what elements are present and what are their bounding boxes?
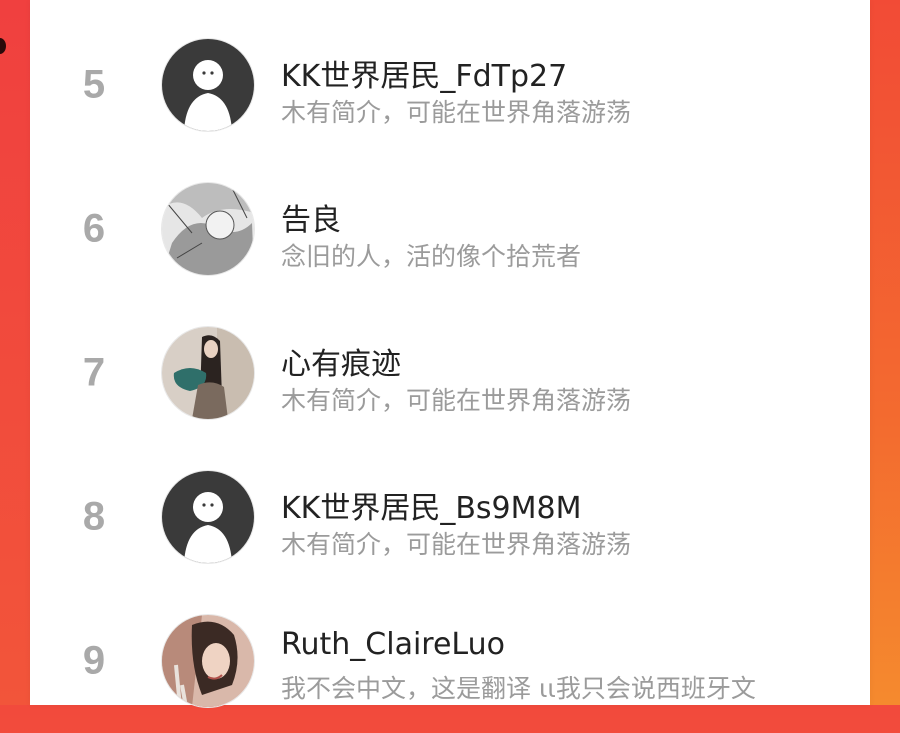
portrait-avatar-photo[interactable] <box>162 615 254 707</box>
user-bio: 木有简介，可能在世界角落游荡 <box>281 386 632 415</box>
background-right-edge <box>870 0 900 705</box>
edge-marker <box>0 38 6 54</box>
rank-number: 6 <box>82 206 106 251</box>
user-bio: 念旧的人，活的像个拾荒者 <box>281 242 582 271</box>
list-item[interactable]: 6 告良 念旧的人，活的像个拾荒者 <box>30 157 870 301</box>
user-bio: 木有简介，可能在世界角落游荡 <box>281 530 632 559</box>
list-item[interactable]: 5 KK世界居民_FdTp27 木有简介，可能在世界角落游荡 <box>30 13 870 157</box>
rank-number: 8 <box>82 494 106 539</box>
rank-number: 7 <box>82 350 106 395</box>
user-bio: 我不会中文，这是翻译 ⍳⍳我只会说西班牙文 <box>281 674 756 703</box>
list-item[interactable]: 9 Ruth_ClaireLuo 我不会中文，这是翻译 ⍳⍳我只会说西班牙文 <box>30 589 870 733</box>
default-avatar-icon[interactable] <box>162 471 254 563</box>
default-avatar-icon[interactable] <box>162 39 254 131</box>
rank-number: 9 <box>82 638 106 683</box>
list-item[interactable]: 7 心有痕迹 木有简介，可能在世界角落游荡 <box>30 301 870 445</box>
sketch-avatar-photo[interactable] <box>162 183 254 275</box>
list-item[interactable]: 8 KK世界居民_Bs9M8M 木有简介，可能在世界角落游荡 <box>30 445 870 589</box>
background-left-edge <box>0 0 30 705</box>
user-name[interactable]: 心有痕迹 <box>281 339 401 383</box>
rank-number: 5 <box>82 62 106 107</box>
user-name[interactable]: KK世界居民_Bs9M8M <box>281 483 582 527</box>
user-name[interactable]: Ruth_ClaireLuo <box>281 627 505 662</box>
person-avatar-photo[interactable] <box>162 327 254 419</box>
ranking-list-panel: 5 KK世界居民_FdTp27 木有简介，可能在世界角落游荡 6 告良 念旧的人… <box>30 0 870 707</box>
user-name[interactable]: 告良 <box>281 195 341 239</box>
user-bio: 木有简介，可能在世界角落游荡 <box>281 98 632 127</box>
user-name[interactable]: KK世界居民_FdTp27 <box>281 51 567 95</box>
